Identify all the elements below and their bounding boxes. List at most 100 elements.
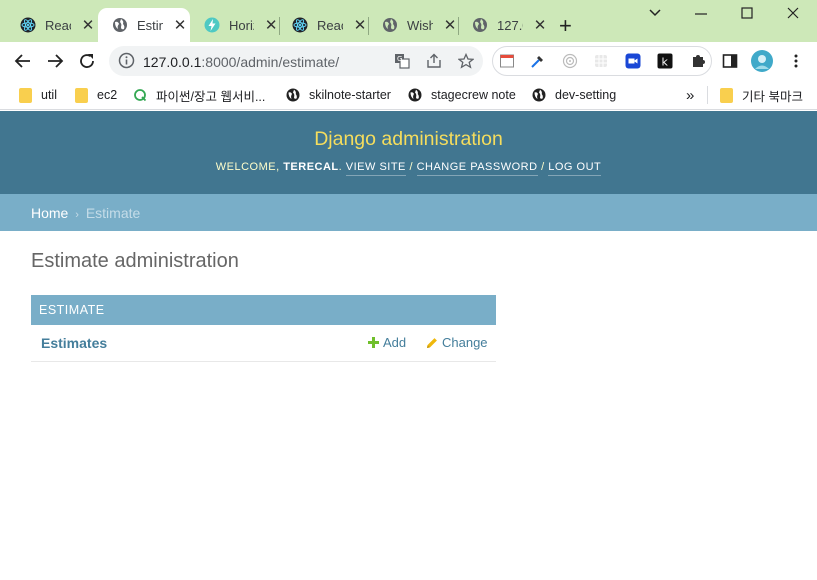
other-bookmarks[interactable]: 기타 북마크 <box>719 85 803 105</box>
tab-title: Horizon <box>229 17 254 33</box>
tab-react-1[interactable]: React ✕ <box>6 8 98 42</box>
bookmark-util[interactable]: util <box>18 85 57 105</box>
other-bookmarks-label: 기타 북마크 <box>742 89 803 104</box>
bookmark-label: stagecrew note <box>431 88 516 102</box>
page-title: Estimate administration <box>31 250 239 272</box>
bookmark-dev-setting[interactable]: dev-setting <box>532 85 616 105</box>
tab-estimate[interactable]: Estimate ✕ <box>98 8 190 42</box>
bookmark-star-icon[interactable] <box>457 52 475 69</box>
bookmark-ec2[interactable]: ec2 <box>74 85 117 105</box>
tab-wishket[interactable]: Wishket ✕ <box>368 8 458 42</box>
tab-strip: React ✕ Estimate ✕ Horizon ✕ React ✕ Wis… <box>0 0 817 42</box>
site-info-icon[interactable] <box>118 52 135 74</box>
user-tools: Welcome, terecal. View site / Change pas… <box>0 161 817 176</box>
url-text: 127.0.0.1:8000/admin/estimate/ <box>143 54 340 70</box>
grid-extension-icon[interactable] <box>593 53 609 69</box>
change-password-link[interactable]: Change password <box>416 161 538 176</box>
close-tab-icon[interactable]: ✕ <box>533 16 547 34</box>
bookmark-divider <box>707 86 708 104</box>
kebab-menu-icon[interactable] <box>788 53 804 69</box>
app-module-estimate: Estimate Estimates Add Change <box>31 295 496 362</box>
welcome-text: Welcome, <box>215 161 280 173</box>
add-label: Add <box>383 335 407 350</box>
globe-icon <box>408 88 422 102</box>
tab-title: React <box>45 17 71 33</box>
bookmarks-bar: util ec2 파이썬/장고 웹서비... skilnote-starter … <box>0 80 817 110</box>
tab-title: Estimate <box>137 17 163 33</box>
tab-title: 127.0.0.1 <box>497 17 523 33</box>
forward-icon[interactable] <box>45 51 65 71</box>
translate-icon[interactable]: G <box>394 53 410 69</box>
puzzle-extensions-icon[interactable] <box>690 53 706 69</box>
bookmark-stagecrew-note[interactable]: stagecrew note <box>408 85 516 105</box>
react-icon <box>20 17 36 33</box>
tab-localhost[interactable]: 127.0.0.1 ✕ <box>458 8 548 42</box>
address-bar[interactable]: 127.0.0.1:8000/admin/estimate/ G <box>109 46 483 76</box>
log-out-link[interactable]: Log out <box>548 161 602 176</box>
change-label: Change <box>442 335 488 350</box>
eyedropper-icon[interactable] <box>530 53 546 69</box>
bookmark-python-django[interactable]: 파이썬/장고 웹서비... <box>133 85 265 105</box>
svg-text:k: k <box>662 56 669 69</box>
tab-horizon[interactable]: Horizon ✕ <box>190 8 278 42</box>
add-estimate-link[interactable]: Add <box>368 335 406 350</box>
close-window-icon[interactable] <box>786 6 800 24</box>
bookmarks-overflow-button[interactable]: » <box>686 85 694 105</box>
bookmark-label: ec2 <box>97 88 118 102</box>
calendar-extension-icon[interactable] <box>499 53 515 69</box>
browser-toolbar: 127.0.0.1:8000/admin/estimate/ G k <box>0 42 817 80</box>
bookmark-skilnote-starter[interactable]: skilnote-starter <box>286 85 391 105</box>
bookmark-label: skilnote-starter <box>309 88 391 102</box>
new-tab-button[interactable]: + <box>559 15 572 37</box>
plus-icon <box>368 337 379 348</box>
bookmark-label: 파이썬/장고 웹서비... <box>156 89 266 104</box>
tab-search-chevron-icon[interactable] <box>648 6 662 24</box>
close-tab-icon[interactable]: ✕ <box>173 16 187 34</box>
svg-text:G: G <box>397 55 402 63</box>
globe-icon <box>112 17 128 33</box>
model-estimates-link[interactable]: Estimates <box>41 335 107 351</box>
admin-header: Django administration Welcome, terecal. … <box>0 111 817 194</box>
side-panel-icon[interactable] <box>722 53 738 69</box>
app-caption[interactable]: Estimate <box>31 295 496 325</box>
k-extension-icon[interactable]: k <box>657 53 673 69</box>
tab-title: React <box>317 17 343 33</box>
target-extension-icon[interactable] <box>562 53 578 69</box>
tab-title: Wishket <box>407 17 433 33</box>
back-icon[interactable] <box>13 51 33 71</box>
folder-icon <box>719 87 733 103</box>
maximize-icon[interactable] <box>740 6 754 24</box>
site-branding[interactable]: Django administration <box>0 128 817 151</box>
close-tab-icon[interactable]: ✕ <box>353 16 367 34</box>
breadcrumb-separator: › <box>75 209 79 221</box>
folder-icon <box>74 87 88 103</box>
profile-avatar-icon[interactable] <box>751 50 773 72</box>
breadcrumb-current: Estimate <box>85 205 141 221</box>
username: terecal <box>283 161 339 173</box>
change-estimate-link[interactable]: Change <box>426 335 488 350</box>
close-tab-icon[interactable]: ✕ <box>264 16 278 34</box>
react-icon <box>292 17 308 33</box>
bolt-icon <box>204 17 220 33</box>
folder-icon <box>18 87 32 103</box>
globe-icon <box>472 17 488 33</box>
reload-icon[interactable] <box>77 51 97 71</box>
globe-icon <box>382 17 398 33</box>
share-icon[interactable] <box>426 53 442 69</box>
tab-react-2[interactable]: React ✕ <box>278 8 368 42</box>
content: Estimate administration <box>31 250 239 273</box>
pencil-icon <box>426 337 438 349</box>
breadcrumb: Home › Estimate <box>0 194 817 231</box>
globe-icon <box>286 88 300 102</box>
refresh-q-icon <box>133 88 147 102</box>
close-tab-icon[interactable]: ✕ <box>81 16 95 34</box>
bookmark-label: dev-setting <box>555 88 617 102</box>
globe-icon <box>532 88 546 102</box>
view-site-link[interactable]: View site <box>345 161 406 176</box>
close-tab-icon[interactable]: ✕ <box>443 16 457 34</box>
bookmark-label: util <box>41 88 57 102</box>
table-row: Estimates Add Change <box>31 325 496 362</box>
video-camera-icon[interactable] <box>625 53 641 69</box>
breadcrumb-home-link[interactable]: Home <box>31 205 68 221</box>
minimize-icon[interactable] <box>694 6 708 24</box>
